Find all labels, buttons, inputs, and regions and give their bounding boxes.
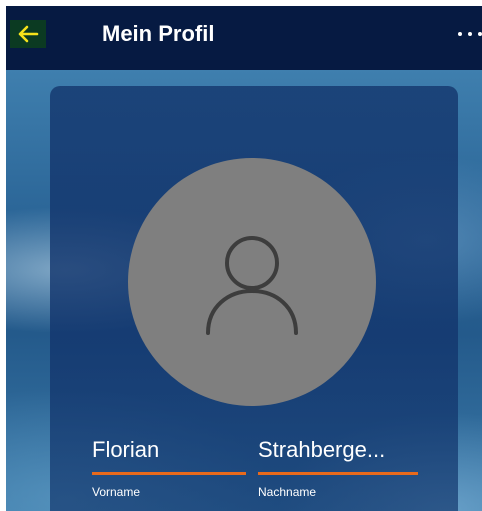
more-horizontal-icon (458, 32, 462, 36)
first-name-field[interactable]: Florian Vorname (92, 436, 246, 499)
arrow-left-icon (18, 25, 39, 43)
first-name-label: Vorname (92, 485, 141, 499)
back-button[interactable] (10, 20, 46, 48)
person-icon (206, 236, 298, 335)
page-title: Mein Profil (102, 21, 215, 46)
first-name-underline (92, 472, 246, 475)
profile-screen: Mein Profil Florian Vorname Strahberge..… (6, 6, 482, 511)
more-options-button[interactable] (446, 22, 482, 46)
last-name-input[interactable]: Strahberge... (258, 436, 418, 464)
first-name-input[interactable]: Florian (92, 436, 246, 464)
last-name-label: Nachname (258, 485, 317, 499)
last-name-underline (258, 472, 418, 475)
app-bar: Mein Profil (6, 6, 482, 70)
last-name-field[interactable]: Strahberge... Nachname (258, 436, 418, 499)
avatar[interactable] (128, 158, 376, 406)
